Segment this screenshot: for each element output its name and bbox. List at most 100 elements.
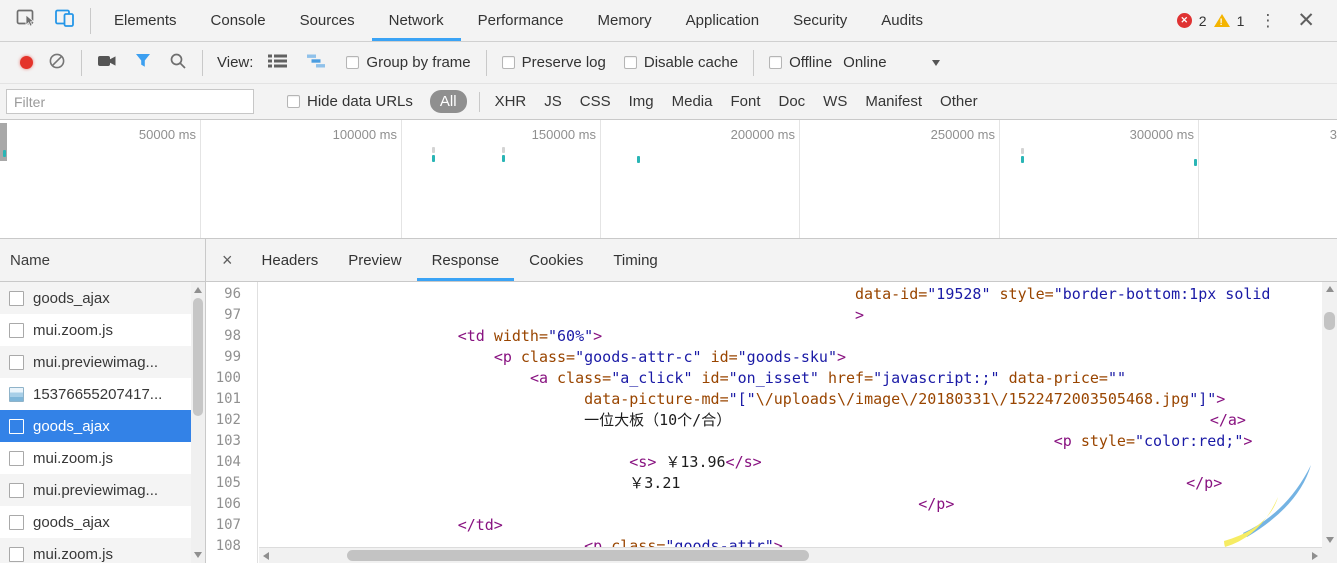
scrollbar-thumb[interactable] <box>1324 312 1335 330</box>
document-icon <box>9 419 24 434</box>
warning-icon[interactable]: ! <box>1214 14 1230 27</box>
document-icon <box>9 547 24 562</box>
filter-toggle-button[interactable] <box>126 42 160 83</box>
filter-type-font[interactable]: Font <box>721 93 769 110</box>
error-icon[interactable]: ✕ <box>1177 13 1192 28</box>
filter-type-other[interactable]: Other <box>931 93 987 110</box>
tab-console[interactable]: Console <box>194 0 283 41</box>
preserve-log-label: Preserve log <box>522 54 606 71</box>
filter-type-js[interactable]: JS <box>535 93 571 110</box>
timeline-gridline <box>1198 120 1199 238</box>
tab-memory[interactable]: Memory <box>581 0 669 41</box>
line-number: 108 <box>206 536 250 557</box>
request-row[interactable]: mui.zoom.js <box>0 314 205 346</box>
throttling-select[interactable]: Online <box>841 54 948 71</box>
timeline-tick-label: 250000 ms <box>907 127 995 142</box>
tab-sources[interactable]: Sources <box>283 0 372 41</box>
filter-type-manifest[interactable]: Manifest <box>856 93 931 110</box>
scrollbar-thumb[interactable] <box>347 550 809 561</box>
code-lines[interactable]: 96 data-id="19528" style="border-bottom:… <box>206 284 1337 563</box>
close-icon[interactable]: ✕ <box>1291 10 1327 31</box>
request-row[interactable]: mui.previewimag... <box>0 346 205 378</box>
tab-security[interactable]: Security <box>776 0 864 41</box>
timeline-overview[interactable]: 50000 ms100000 ms150000 ms200000 ms25000… <box>0 120 1337 239</box>
filter-type-ws[interactable]: WS <box>814 93 856 110</box>
group-by-frame-checkbox[interactable] <box>346 56 359 69</box>
filter-type-css[interactable]: CSS <box>571 93 620 110</box>
filter-input[interactable] <box>6 89 254 114</box>
request-row[interactable]: mui.zoom.js <box>0 442 205 474</box>
tab-application[interactable]: Application <box>669 0 776 41</box>
kebab-menu-icon[interactable]: ⋮ <box>1251 11 1284 31</box>
request-list-scrollbar[interactable] <box>191 282 205 563</box>
warning-count[interactable]: 1 <box>1237 13 1245 29</box>
error-count[interactable]: 2 <box>1199 13 1207 29</box>
detail-tab-cookies[interactable]: Cookies <box>514 239 598 281</box>
main-tab-bar: ElementsConsoleSourcesNetworkPerformance… <box>0 0 1337 42</box>
device-toolbar-button[interactable] <box>46 0 84 41</box>
clear-icon <box>48 52 66 74</box>
detail-tab-preview[interactable]: Preview <box>333 239 416 281</box>
request-row[interactable]: mui.zoom.js <box>0 538 205 563</box>
hide-data-urls-checkbox[interactable] <box>287 95 300 108</box>
search-button[interactable] <box>160 42 196 83</box>
detail-tab-response[interactable]: Response <box>417 239 515 281</box>
tab-network[interactable]: Network <box>372 0 461 41</box>
scroll-right-icon[interactable] <box>1312 552 1318 560</box>
divider <box>81 50 82 76</box>
code-text: data-picture-md="["\/uploads\/image\/201… <box>250 389 1225 410</box>
document-icon <box>9 355 24 370</box>
filter-type-img[interactable]: Img <box>620 93 663 110</box>
offline-checkbox[interactable] <box>769 56 782 69</box>
detail-tab-timing[interactable]: Timing <box>598 239 672 281</box>
waterfall-mark <box>1194 159 1197 166</box>
inspect-element-button[interactable] <box>8 0 46 41</box>
inspect-icon <box>16 8 38 33</box>
request-row[interactable]: goods_ajax <box>0 506 205 538</box>
timeline-tick-label: 3 <box>1249 127 1337 142</box>
request-name: goods_ajax <box>33 418 110 435</box>
scroll-up-icon[interactable] <box>1326 286 1334 292</box>
request-row[interactable]: 15376655207417... <box>0 378 205 410</box>
status-badges: ✕ 2 ! 1 ⋮ ✕ <box>1177 10 1337 31</box>
line-number: 104 <box>206 452 250 473</box>
resource-type-filters: All XHRJSCSSImgMediaFontDocWSManifestOthe… <box>422 90 987 113</box>
divider <box>486 50 487 76</box>
scroll-down-icon[interactable] <box>194 552 202 558</box>
name-column-header[interactable]: Name <box>0 239 205 282</box>
scroll-up-icon[interactable] <box>194 287 202 293</box>
code-text: </p> <box>250 494 954 515</box>
list-view-button[interactable] <box>259 42 297 83</box>
close-details-icon[interactable]: × <box>206 250 247 271</box>
filter-type-doc[interactable]: Doc <box>769 93 814 110</box>
request-row[interactable]: goods_ajax <box>0 410 205 442</box>
record-icon[interactable] <box>20 56 33 69</box>
scrollbar-thumb[interactable] <box>193 298 203 416</box>
waterfall-mark <box>1021 156 1024 163</box>
scrollbar-corner <box>1322 547 1337 563</box>
capture-screenshots-button[interactable] <box>88 42 126 83</box>
tab-performance[interactable]: Performance <box>461 0 581 41</box>
scroll-left-icon[interactable] <box>263 552 269 560</box>
document-icon <box>9 483 24 498</box>
request-row[interactable]: mui.previewimag... <box>0 474 205 506</box>
timeline-gridline <box>999 120 1000 238</box>
tab-audits[interactable]: Audits <box>864 0 940 41</box>
code-text: <s> ￥13.96</s> <box>250 452 762 473</box>
code-vertical-scrollbar[interactable] <box>1322 282 1337 547</box>
code-text: </td> <box>250 515 503 536</box>
request-row[interactable]: goods_ajax <box>0 282 205 314</box>
code-horizontal-scrollbar[interactable] <box>259 547 1322 563</box>
disable-cache-checkbox[interactable] <box>624 56 637 69</box>
scroll-down-icon[interactable] <box>1326 537 1334 543</box>
throttling-value: Online <box>843 54 886 71</box>
filter-type-xhr[interactable]: XHR <box>486 93 536 110</box>
waterfall-view-button[interactable] <box>297 42 337 83</box>
filter-type-all[interactable]: All <box>430 90 467 113</box>
clear-button[interactable] <box>39 42 75 83</box>
detail-tab-headers[interactable]: Headers <box>247 239 334 281</box>
preserve-log-checkbox[interactable] <box>502 56 515 69</box>
tab-elements[interactable]: Elements <box>97 0 194 41</box>
filter-type-media[interactable]: Media <box>663 93 722 110</box>
line-number: 106 <box>206 494 250 515</box>
